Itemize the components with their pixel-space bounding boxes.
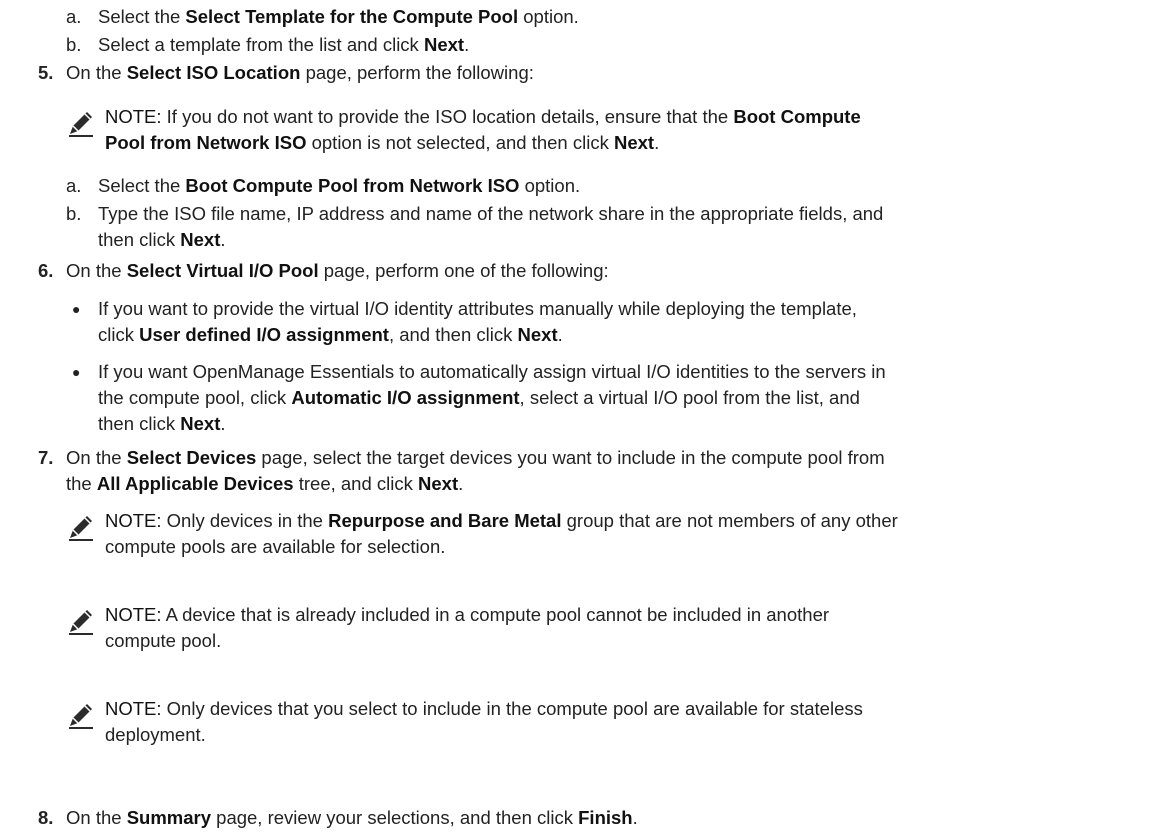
note-step7-1: NOTE: Only devices in the Repurpose and … xyxy=(105,510,898,557)
step4a-text: Select the Select Template for the Compu… xyxy=(98,6,579,27)
substep-marker: b. xyxy=(66,203,82,224)
note-step7-3: NOTE: Only devices that you select to in… xyxy=(105,698,863,745)
substep-marker: a. xyxy=(66,175,82,196)
substep-marker: a. xyxy=(66,6,82,27)
step6-bullet1: If you want to provide the virtual I/O i… xyxy=(98,298,857,345)
step-number: 8. xyxy=(38,807,54,828)
pencil-note-icon xyxy=(69,516,93,541)
step5b-text: Type the ISO file name, IP address and n… xyxy=(98,203,884,250)
step5a-text: Select the Boot Compute Pool from Networ… xyxy=(98,175,581,196)
step7-text: On the Select Devices page, select the t… xyxy=(66,447,885,494)
note-step7-2: NOTE: A device that is already included … xyxy=(105,604,830,651)
step8-text: On the Summary page, review your selecti… xyxy=(66,807,638,828)
substep-marker: b. xyxy=(66,34,82,55)
pencil-note-icon xyxy=(69,610,93,635)
step5-text: On the Select ISO Location page, perform… xyxy=(66,62,534,83)
step-number: 6. xyxy=(38,260,54,281)
bullet-marker: ● xyxy=(72,301,81,317)
step-number: 5. xyxy=(38,62,54,83)
step6-text: On the Select Virtual I/O Pool page, per… xyxy=(66,260,609,281)
step4b-text: Select a template from the list and clic… xyxy=(98,34,470,55)
note-step5: NOTE: If you do not want to provide the … xyxy=(105,106,861,153)
bullet-marker: ● xyxy=(72,364,81,380)
step-number: 7. xyxy=(38,447,54,468)
document-page: a. Select the Select Template for the Co… xyxy=(0,0,1166,837)
pencil-note-icon xyxy=(69,704,93,729)
step6-bullet2: If you want OpenManage Essentials to aut… xyxy=(98,361,886,434)
pencil-note-icon xyxy=(69,112,93,137)
